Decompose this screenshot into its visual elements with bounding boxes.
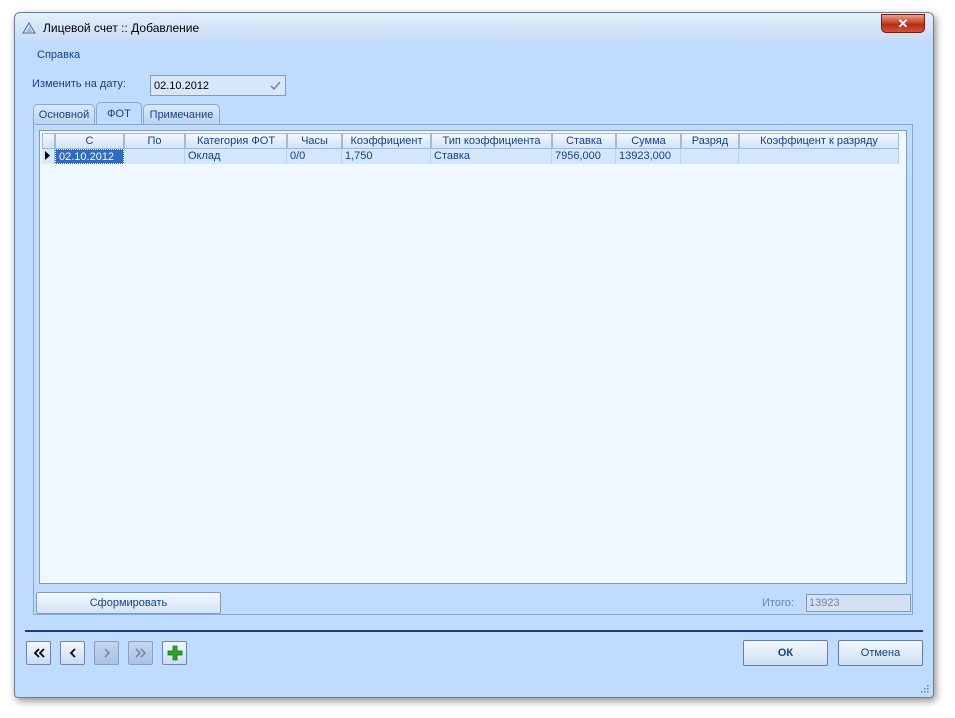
change-date-field[interactable]: 02.10.2012 [150,75,286,96]
dialog-window: Лицевой счет :: Добавление ✕ Справка Изм… [14,12,934,698]
col-header-grade-coefficient[interactable]: Коэффицент к разряду [739,133,899,149]
table-row-cell-category[interactable]: Оклад [185,149,287,164]
col-header-coefficient-type[interactable]: Тип коэффициента [431,133,552,149]
tab-note[interactable]: Примечание [143,104,220,124]
tab-note-label: Примечание [149,108,214,121]
double-chevron-right-icon [134,648,146,658]
chevron-left-icon [69,648,76,658]
add-record-button[interactable] [162,641,187,665]
table-row-cell-from[interactable]: 02.10.2012 [55,149,124,164]
col-header-grade[interactable]: Разряд [681,133,739,149]
tab-main-label: Основной [38,108,90,121]
title-bar[interactable]: Лицевой счет :: Добавление ✕ [15,13,933,41]
tab-fot-label: ФОТ [107,108,131,120]
triangle-right-icon [45,151,50,160]
prev-record-button[interactable] [60,641,85,665]
first-record-button[interactable] [26,641,51,665]
col-header-from[interactable]: С [55,133,124,149]
total-label: Итого: [762,597,794,609]
col-header-coefficient[interactable]: Коэффициент [342,133,431,149]
tab-fot[interactable]: ФОТ [96,102,142,125]
change-date-label: Изменить на дату: [32,78,126,90]
footer-separator [25,630,923,632]
row-indicator[interactable] [42,149,55,164]
close-icon: ✕ [897,15,909,31]
col-header-hours[interactable]: Часы [287,133,342,149]
generate-button[interactable]: Сформировать [36,592,221,614]
checkmark-icon[interactable] [268,78,283,93]
close-button[interactable]: ✕ [881,14,925,33]
fot-grid[interactable]: С По Категория ФОТ Часы Коэффициент Тип … [39,130,907,584]
grid-corner-header [42,133,55,149]
next-record-button[interactable] [94,641,119,665]
col-header-rate[interactable]: Ставка [552,133,616,149]
menu-item-help[interactable]: Справка [37,49,80,61]
total-field: 13923 [806,594,911,612]
table-row-cell-grade[interactable] [681,149,739,164]
table-row-cell-to[interactable] [124,149,185,164]
table-row-cell-hours[interactable]: 0/0 [287,149,342,164]
col-header-category[interactable]: Категория ФОТ [185,133,287,149]
window-title: Лицевой счет :: Добавление [43,21,200,35]
double-chevron-left-icon [33,648,45,658]
table-row-cell-sum[interactable]: 13923,000 [616,149,681,164]
app-icon [22,22,36,34]
chevron-right-icon [103,648,110,658]
table-row-cell-coefficient-type[interactable]: Ставка [431,149,552,164]
resize-grip-icon[interactable] [919,683,929,693]
fot-tab-panel: С По Категория ФОТ Часы Коэффициент Тип … [33,124,913,615]
col-header-sum[interactable]: Сумма [616,133,681,149]
table-row-cell-grade-coefficient[interactable] [739,149,899,164]
ok-button[interactable]: ОК [743,640,828,666]
table-row-cell-coefficient[interactable]: 1,750 [342,149,431,164]
plus-icon [167,645,182,661]
col-header-to[interactable]: По [124,133,185,149]
tab-main[interactable]: Основной [33,104,95,124]
cancel-button[interactable]: Отмена [838,640,923,666]
last-record-button[interactable] [128,641,153,665]
table-row-cell-rate[interactable]: 7956,000 [552,149,616,164]
change-date-value: 02.10.2012 [154,80,210,92]
